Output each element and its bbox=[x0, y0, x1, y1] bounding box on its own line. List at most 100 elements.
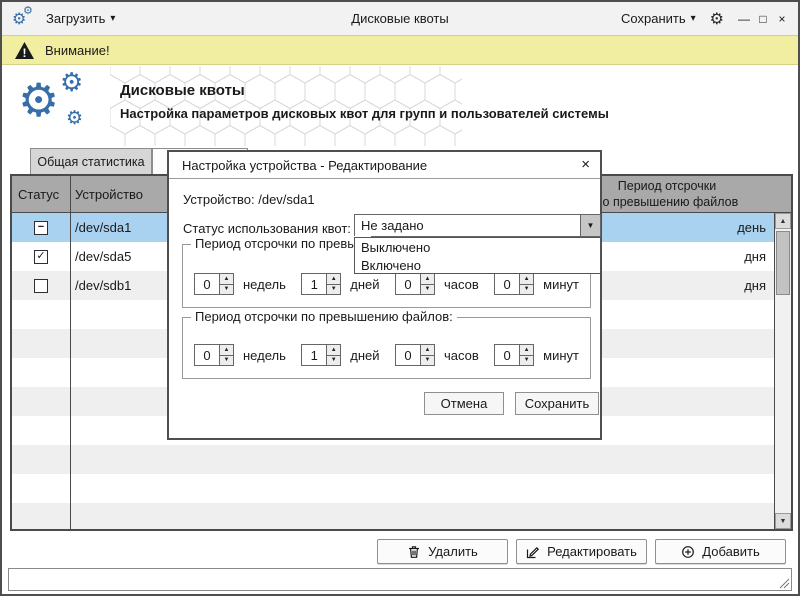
dropdown-option-enabled[interactable]: Включено bbox=[355, 256, 600, 274]
quota-status-combobox[interactable]: Не задано ▼ bbox=[354, 214, 601, 237]
table-row-empty bbox=[12, 445, 774, 474]
row-checkbox-checked[interactable]: ✓ bbox=[34, 250, 48, 264]
days-unit-label: дней bbox=[350, 348, 379, 363]
scroll-up-icon[interactable]: ▲ bbox=[775, 213, 791, 229]
spin-down-icon[interactable]: ▼ bbox=[327, 285, 340, 295]
scrollbar-thumb[interactable] bbox=[776, 231, 790, 295]
hours-group: 0 ▲ ▼ часов bbox=[395, 344, 479, 366]
combobox-arrow-button[interactable]: ▼ bbox=[580, 215, 600, 236]
hours-spinner[interactable]: 0 ▲ ▼ bbox=[395, 344, 435, 366]
minutes-group: 0 ▲ ▼ минут bbox=[494, 344, 579, 366]
maximize-button[interactable]: □ bbox=[757, 12, 769, 26]
days-spinner[interactable]: 1 ▲ ▼ bbox=[301, 273, 341, 295]
hours-spinner[interactable]: 0 ▲ ▼ bbox=[395, 273, 435, 295]
grace-blocks-spinners: 0 ▲ ▼ недель 1 ▲ ▼ bbox=[194, 273, 579, 295]
weeks-value[interactable]: 0 bbox=[195, 274, 219, 294]
dialog-close-icon[interactable]: × bbox=[581, 156, 590, 173]
spin-buttons: ▲ ▼ bbox=[519, 345, 533, 365]
save-menu-button[interactable]: Сохранить ▾ bbox=[621, 11, 696, 26]
minutes-value[interactable]: 0 bbox=[495, 274, 519, 294]
days-spinner[interactable]: 1 ▲ ▼ bbox=[301, 344, 341, 366]
spin-up-icon[interactable]: ▲ bbox=[520, 274, 533, 285]
page-title: Дисковые квоты bbox=[120, 82, 245, 99]
row-checkbox-mixed[interactable]: − bbox=[34, 221, 48, 235]
tab-general-statistics[interactable]: Общая статистика bbox=[30, 148, 152, 174]
add-button[interactable]: Добавить bbox=[655, 539, 786, 564]
spin-up-icon[interactable]: ▲ bbox=[327, 345, 340, 356]
minutes-value[interactable]: 0 bbox=[495, 345, 519, 365]
cancel-button[interactable]: Отмена bbox=[424, 392, 504, 415]
titlebar-right: Сохранить ▾ ⚙ — □ × bbox=[621, 9, 798, 29]
spin-up-icon[interactable]: ▲ bbox=[421, 345, 434, 356]
window-controls: — □ × bbox=[738, 12, 788, 26]
status-bar bbox=[8, 568, 792, 591]
app-window: ⚙ ⚙ Загрузить ▾ Дисковые квоты Сохранить… bbox=[0, 0, 800, 596]
spin-buttons: ▲ ▼ bbox=[519, 274, 533, 294]
page-header: ⚙ ⚙ ⚙ Дисковые квоты Настройка параметро… bbox=[2, 65, 798, 147]
column-header-device: Устройство bbox=[75, 176, 143, 212]
device-cell: /dev/sdb1 bbox=[75, 271, 131, 300]
minimize-button[interactable]: — bbox=[738, 12, 750, 26]
edit-button[interactable]: Редактировать bbox=[516, 539, 647, 564]
minutes-spinner[interactable]: 0 ▲ ▼ bbox=[494, 273, 534, 295]
chevron-down-icon: ▼ bbox=[587, 221, 595, 230]
spin-up-icon[interactable]: ▲ bbox=[520, 345, 533, 356]
status-cell: ✓ bbox=[12, 242, 70, 271]
days-unit-label: дней bbox=[350, 277, 379, 292]
vertical-scrollbar[interactable]: ▲ ▼ bbox=[774, 213, 791, 529]
row-checkbox-unchecked[interactable] bbox=[34, 279, 48, 293]
weeks-spinner[interactable]: 0 ▲ ▼ bbox=[194, 344, 234, 366]
dropdown-option-disabled[interactable]: Выключено bbox=[355, 238, 600, 256]
resize-grip[interactable] bbox=[779, 578, 790, 589]
settings-gear-icon[interactable]: ⚙ bbox=[710, 9, 724, 29]
spin-down-icon[interactable]: ▼ bbox=[421, 356, 434, 366]
warning-icon: ! bbox=[14, 41, 35, 60]
hours-value[interactable]: 0 bbox=[396, 345, 420, 365]
table-row-empty bbox=[12, 474, 774, 503]
weeks-value[interactable]: 0 bbox=[195, 345, 219, 365]
chevron-down-icon: ▾ bbox=[691, 13, 696, 24]
grace-cell: день bbox=[737, 213, 766, 242]
days-group: 1 ▲ ▼ дней bbox=[301, 273, 379, 295]
spin-buttons: ▲ ▼ bbox=[420, 345, 434, 365]
grace-files-legend: Период отсрочки по превышению файлов: bbox=[191, 309, 457, 324]
grace-files-group: Период отсрочки по превышению файлов: 0 … bbox=[182, 317, 591, 379]
spin-down-icon[interactable]: ▼ bbox=[220, 356, 233, 366]
spin-down-icon[interactable]: ▼ bbox=[220, 285, 233, 295]
spin-buttons: ▲ ▼ bbox=[420, 274, 434, 294]
status-cell: − bbox=[12, 213, 70, 242]
dialog-device-line: Устройство: /dev/sda1 bbox=[183, 192, 315, 207]
scroll-down-icon[interactable]: ▼ bbox=[775, 513, 791, 529]
minutes-group: 0 ▲ ▼ минут bbox=[494, 273, 579, 295]
hours-value[interactable]: 0 bbox=[396, 274, 420, 294]
pencil-icon bbox=[526, 545, 540, 559]
device-cell: /dev/sda5 bbox=[75, 242, 131, 271]
spin-down-icon[interactable]: ▼ bbox=[520, 285, 533, 295]
days-value[interactable]: 1 bbox=[302, 274, 326, 294]
spin-down-icon[interactable]: ▼ bbox=[327, 356, 340, 366]
spin-down-icon[interactable]: ▼ bbox=[520, 356, 533, 366]
quota-status-dropdown-list: Выключено Включено bbox=[354, 237, 601, 274]
spin-up-icon[interactable]: ▲ bbox=[327, 274, 340, 285]
spin-down-icon[interactable]: ▼ bbox=[421, 285, 434, 295]
device-settings-dialog: Настройка устройства - Редактирование × … bbox=[167, 150, 602, 440]
save-button[interactable]: Сохранить bbox=[515, 392, 599, 415]
page-logo-gears-icon: ⚙ ⚙ ⚙ bbox=[18, 69, 110, 141]
minutes-spinner[interactable]: 0 ▲ ▼ bbox=[494, 344, 534, 366]
hours-unit-label: часов bbox=[444, 348, 479, 363]
chevron-down-icon: ▾ bbox=[110, 13, 115, 24]
spin-up-icon[interactable]: ▲ bbox=[220, 345, 233, 356]
load-menu-label: Загрузить bbox=[46, 11, 105, 26]
trash-icon bbox=[407, 545, 421, 559]
weeks-unit-label: недель bbox=[243, 348, 286, 363]
gear-icon: ⚙ bbox=[18, 73, 59, 127]
close-button[interactable]: × bbox=[776, 12, 788, 26]
spin-buttons: ▲ ▼ bbox=[326, 345, 340, 365]
hours-group: 0 ▲ ▼ часов bbox=[395, 273, 479, 295]
weeks-spinner[interactable]: 0 ▲ ▼ bbox=[194, 273, 234, 295]
spin-up-icon[interactable]: ▲ bbox=[220, 274, 233, 285]
spin-up-icon[interactable]: ▲ bbox=[421, 274, 434, 285]
days-value[interactable]: 1 bbox=[302, 345, 326, 365]
delete-button[interactable]: Удалить bbox=[377, 539, 508, 564]
load-menu-button[interactable]: Загрузить ▾ bbox=[46, 11, 115, 26]
